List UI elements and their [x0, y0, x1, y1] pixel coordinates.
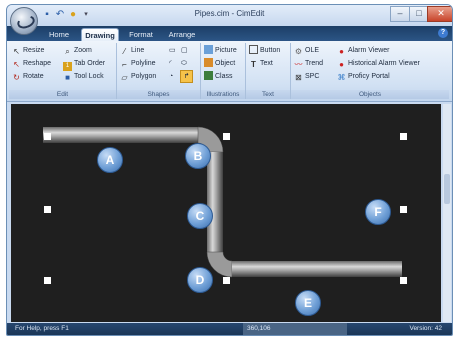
button-icon [249, 45, 258, 54]
lock-icon: ■ [65, 73, 70, 82]
callout-c: C [187, 203, 213, 229]
object-icon [204, 58, 213, 67]
callout-a: A [97, 147, 123, 173]
arc-icon[interactable]: ◜ [169, 58, 172, 69]
pipe-segment-c[interactable] [207, 152, 223, 252]
status-version: Version: 42 [409, 325, 442, 332]
rounded-rect-icon[interactable]: ▢ [181, 45, 188, 56]
illustrations-group-label: Illustrations [201, 90, 245, 99]
application-menu-button[interactable] [10, 7, 38, 35]
objects-group-label: Objects [291, 90, 449, 99]
class-icon [204, 71, 213, 80]
rotate-icon: ↻ [13, 73, 20, 82]
spc-button[interactable]: ⊠ SPC [294, 71, 319, 82]
proficy-portal-button[interactable]: ⌘ Proficy Portal [337, 71, 390, 82]
ribbon-tabs: Home Drawing Format Arrange ? [7, 26, 452, 42]
pipe-tool-icon[interactable]: ↱ [180, 70, 193, 83]
text-group: Button T Text Text [246, 43, 291, 99]
vertical-scrollbar[interactable] [443, 104, 451, 322]
selection-handle[interactable] [223, 277, 230, 284]
maximize-button[interactable]: □ [409, 6, 429, 22]
minimize-button[interactable]: – [390, 6, 410, 22]
portal-icon: ⌘ [337, 73, 346, 82]
spc-icon: ⊠ [295, 73, 302, 82]
cursor-icon: ↖ [13, 47, 20, 56]
object-button[interactable]: Object [204, 58, 235, 69]
rotate-button[interactable]: ↻ Rotate [12, 71, 43, 82]
zoom-button[interactable]: ⌕ Zoom [63, 45, 92, 56]
selection-handle[interactable] [44, 206, 51, 213]
polygon-icon: ▱ [121, 73, 128, 82]
rectangle-icon[interactable]: ▭ [169, 45, 176, 56]
text-tool[interactable]: T Text [249, 58, 273, 69]
trend-icon: 〰 [294, 60, 303, 69]
app-window: ▪ ↶ ● ▾ Pipes.cim - CimEdit – □ ✕ Home D… [6, 4, 453, 336]
class-button[interactable]: Class [204, 71, 233, 82]
close-button[interactable]: ✕ [427, 6, 452, 22]
reshape-button[interactable]: ↖ Reshape [12, 58, 51, 69]
callout-e: E [295, 290, 321, 316]
tool-lock-button[interactable]: ■ Tool Lock [63, 71, 104, 82]
reshape-icon: ↖ [13, 60, 20, 69]
tab-drawing[interactable]: Drawing [81, 28, 119, 42]
alarm-icon: ● [339, 47, 344, 56]
selection-handle[interactable] [44, 277, 51, 284]
illustrations-group: Picture Object Class Illustrations [201, 43, 246, 99]
button-tool[interactable]: Button [249, 45, 280, 56]
picture-icon [204, 45, 213, 54]
window-title: Pipes.cim - CimEdit [194, 9, 265, 18]
historical-alarm-viewer-button[interactable]: ● Historical Alarm Viewer [337, 58, 420, 69]
ribbon: ↖ Resize ⌕ Zoom ↖ Reshape 1 Tab Order ↻ Rotat… [7, 41, 452, 102]
tab-format[interactable]: Format [125, 28, 157, 41]
text-icon: T [251, 60, 256, 69]
tab-home[interactable]: Home [45, 28, 73, 41]
pipe-segment-a[interactable] [43, 127, 198, 143]
trend-button[interactable]: 〰 Trend [294, 58, 324, 69]
selection-handle[interactable] [44, 133, 51, 140]
title-bar: ▪ ↶ ● ▾ Pipes.cim - CimEdit – □ ✕ [7, 5, 452, 35]
shapes-group: ⁄ Line ⌐ Polyline ▱ Polygon ▭ ▢ ◜ ⬭ ◔ ↱ Sha… [117, 43, 201, 99]
selection-handle[interactable] [400, 133, 407, 140]
drawing-canvas[interactable]: A B C D E F [11, 104, 441, 322]
edit-group: ↖ Resize ⌕ Zoom ↖ Reshape 1 Tab Order ↻ Rotat… [9, 43, 117, 99]
ellipse-icon[interactable]: ⬭ [181, 58, 187, 69]
tab-order-icon: 1 [63, 62, 72, 71]
selection-handle[interactable] [400, 206, 407, 213]
alarm-viewer-button[interactable]: ● Alarm Viewer [337, 45, 389, 56]
tab-arrange[interactable]: Arrange [165, 28, 199, 41]
callout-d: D [187, 267, 213, 293]
pipe-segment-e[interactable] [232, 261, 402, 277]
status-coordinates: 360,106 [243, 323, 347, 335]
magnifier-icon: ⌕ [65, 47, 70, 56]
callout-b: B [185, 143, 211, 169]
polyline-icon: ⌐ [122, 60, 127, 69]
objects-group: ⚙ OLE ● Alarm Viewer 〰 Trend ● Historical Al… [291, 43, 449, 99]
ole-button[interactable]: ⚙ OLE [294, 45, 319, 56]
scrollbar-thumb[interactable] [444, 174, 450, 204]
text-group-label: Text [246, 90, 290, 99]
line-button[interactable]: ⁄ Line [120, 45, 144, 56]
pie-icon[interactable]: ◔ [169, 71, 173, 82]
ole-icon: ⚙ [294, 47, 303, 56]
status-bar: For Help, press F1 360,106 Version: 42 [7, 323, 452, 335]
help-icon[interactable]: ? [438, 28, 448, 38]
picture-button[interactable]: Picture [204, 45, 237, 56]
line-icon: ⁄ [123, 47, 126, 56]
callout-f: F [365, 199, 391, 225]
historical-alarm-icon: ● [339, 60, 344, 69]
polygon-button[interactable]: ▱ Polygon [120, 71, 156, 82]
selection-handle[interactable] [400, 277, 407, 284]
edit-group-label: Edit [9, 90, 116, 99]
tab-order-button[interactable]: 1 Tab Order [63, 58, 105, 71]
selection-handle[interactable] [223, 133, 230, 140]
status-help-text: For Help, press F1 [15, 325, 69, 332]
resize-button[interactable]: ↖ Resize [12, 45, 44, 56]
shapes-group-label: Shapes [117, 90, 200, 99]
polyline-button[interactable]: ⌐ Polyline [120, 58, 155, 69]
